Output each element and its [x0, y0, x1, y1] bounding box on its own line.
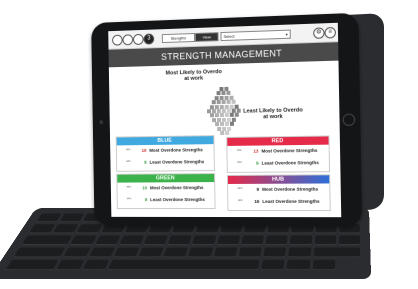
keyboard-key[interactable] — [261, 259, 285, 271]
most-count: 10 — [142, 185, 148, 191]
least-overdone-row: abc 8 Least Overdone Strengths — [117, 156, 214, 169]
tab-strengths[interactable]: Stengths — [161, 32, 196, 44]
settings-icon[interactable]: ⚙ — [313, 27, 325, 39]
keyboard-key[interactable] — [5, 259, 59, 271]
least-count: 8 — [144, 197, 148, 203]
keyboard-key[interactable] — [52, 224, 79, 234]
most-label: Most Overdone Strengths — [149, 147, 203, 153]
mosaic-tile — [227, 126, 232, 131]
least-count: 16 — [254, 198, 260, 204]
most-count: 13 — [253, 148, 259, 154]
most-count: 9 — [256, 186, 260, 192]
keyboard-key[interactable] — [216, 235, 241, 245]
least-count: 9 — [256, 160, 259, 166]
keyboard-key[interactable] — [313, 247, 361, 258]
keyboard-key[interactable] — [143, 235, 169, 245]
tab-view[interactable]: View — [194, 32, 219, 42]
keyboard-key[interactable] — [286, 259, 311, 271]
most-overdone-row: abc 9 Most Overdone Strengths — [228, 183, 329, 196]
keyboard-key[interactable] — [138, 247, 164, 258]
keyboard-key[interactable] — [56, 259, 85, 271]
tablet: 3 Stengths View Select ▾ ⚙ ≡ STRENGTH MA… — [91, 12, 363, 227]
keyboard-key[interactable] — [63, 247, 91, 258]
keyboard-key[interactable] — [163, 247, 189, 258]
menu-icon[interactable]: ≡ — [324, 26, 337, 39]
keyboard-key[interactable] — [289, 235, 313, 245]
keyboard-key[interactable] — [288, 247, 312, 258]
mosaic-tile — [219, 130, 224, 136]
camera-icon — [99, 120, 104, 125]
circle-icon[interactable] — [112, 34, 123, 46]
mini-icon: abc — [237, 197, 243, 202]
red-panel[interactable]: RED abc 13 Most Overdone Strengths abc 9… — [226, 135, 331, 173]
mosaic-tile — [229, 122, 234, 127]
home-button[interactable] — [342, 113, 356, 127]
number-icon[interactable]: 3 — [143, 33, 155, 45]
tablet-product-photo: 3 Stengths View Select ▾ ⚙ ≡ STRENGTH MA… — [0, 0, 418, 289]
keyboard-key[interactable] — [107, 259, 260, 271]
mini-icon: abc — [125, 147, 131, 152]
least-label: Least Overdone Strengths — [150, 197, 205, 203]
most-overdone-row: abc 10 Most Overdone Strengths — [117, 182, 214, 194]
keyboard-key[interactable] — [36, 213, 62, 223]
least-overdone-row: abc 8 Least Overdone Strengths — [118, 194, 215, 206]
keyboard-key[interactable] — [113, 247, 140, 258]
least-count: 8 — [144, 159, 147, 165]
keyboard-key[interactable] — [81, 259, 110, 271]
most-count: 10 — [141, 147, 147, 153]
mini-icon: abc — [237, 159, 243, 164]
least-likely-label: Least Likely to Overdo at work — [243, 107, 303, 121]
least-overdone-row: abc 16 Least Overdone Strengths — [228, 196, 329, 208]
keyboard-key[interactable] — [88, 247, 115, 258]
most-label: Most Overdone Strengths — [262, 186, 319, 192]
keyboard-key[interactable] — [192, 235, 217, 245]
keyboard-key[interactable] — [338, 235, 361, 245]
most-label: Most Overdone Strengths — [261, 147, 318, 154]
least-label: Least Overdone Strengths — [262, 198, 320, 204]
hub-panel[interactable]: HUB abc 9 Most Overdone Strengths abc 16… — [226, 174, 331, 212]
least-label: Least Overdone Strengths — [261, 160, 319, 166]
most-overdone-row: abc 13 Most Overdone Strengths — [227, 145, 328, 158]
keyboard-key[interactable] — [167, 235, 193, 245]
keyboard-key[interactable] — [314, 235, 336, 245]
keyboard-key[interactable] — [94, 235, 121, 245]
keyboard-key[interactable] — [312, 259, 336, 271]
keyboard-key[interactable] — [13, 247, 66, 258]
mini-icon: abc — [126, 184, 132, 189]
keyboard-key[interactable] — [241, 235, 265, 245]
keyboard-key[interactable] — [59, 213, 85, 223]
select-dropdown[interactable]: Select ▾ — [220, 29, 291, 42]
least-overdone-row: abc 9 Least Overdone Strengths — [228, 157, 329, 170]
least-label: Least Overdone Strengths — [149, 159, 205, 165]
mini-icon: abc — [126, 158, 131, 163]
keyboard-key[interactable] — [70, 235, 97, 245]
chevron-down-icon: ▾ — [285, 31, 288, 37]
keyboard-key[interactable] — [188, 247, 213, 258]
keyboard-key[interactable] — [76, 224, 103, 234]
circle-icon[interactable] — [132, 33, 144, 46]
circle-icon[interactable] — [122, 34, 134, 46]
most-likely-label: Most Likely to Overdo at work — [165, 69, 222, 82]
mini-icon: abc — [237, 185, 243, 190]
select-value: Select — [223, 33, 235, 39]
green-panel[interactable]: GREEN abc 10 Most Overdone Strengths abc… — [116, 173, 216, 210]
blue-panel[interactable]: BLUE abc 10 Most Overdone Strengths abc … — [115, 135, 215, 172]
keyboard-key[interactable] — [213, 247, 238, 258]
keyboard-key[interactable] — [21, 235, 73, 245]
keyboard-key[interactable] — [119, 235, 145, 245]
keyboard-key[interactable] — [263, 247, 287, 258]
strength-mosaic-graphic — [206, 86, 242, 136]
keyboard-key[interactable] — [29, 224, 56, 234]
mini-icon: abc — [236, 147, 242, 152]
most-overdone-row: abc 10 Most Overdone Strengths — [117, 144, 214, 157]
keyboard-key[interactable] — [265, 235, 289, 245]
app-screen: 3 Stengths View Select ▾ ⚙ ≡ STRENGTH MA… — [108, 22, 342, 218]
mini-icon: abc — [126, 196, 132, 201]
most-label: Most Overdone Strengths — [149, 185, 204, 191]
mosaic-tile — [224, 130, 229, 135]
keyboard-key[interactable] — [238, 247, 263, 258]
